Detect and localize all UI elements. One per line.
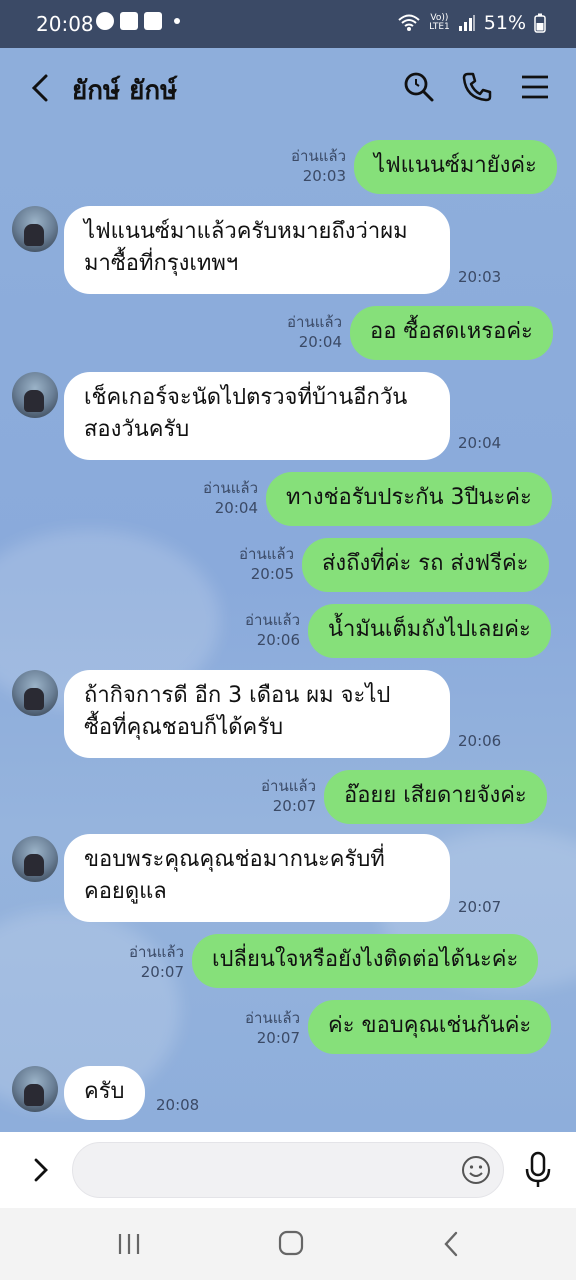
status-right: Vo)) LTE1 51% (397, 12, 546, 34)
avatar[interactable] (12, 372, 58, 418)
message-line: ครับ (84, 1079, 125, 1104)
message-bubble-outgoing[interactable]: ค่ะ ขอบคุณเช่นกันค่ะ (308, 1000, 552, 1054)
read-receipt: อ่านแล้ว (129, 943, 184, 961)
avatar[interactable] (12, 206, 58, 252)
message-bubble-incoming[interactable]: เช็คเกอร์จะนัดไปตรวจที่บ้านอีกวัน สองวัน… (64, 372, 450, 460)
status-bar: 20:08 Vo)) LTE1 51% (0, 0, 576, 48)
signal-icon (458, 15, 475, 31)
message-time: 20:07 (256, 1029, 300, 1047)
message-meta: อ่านแล้ว 20:04 (172, 478, 258, 518)
notification-icons (96, 12, 180, 30)
message-bubble-outgoing[interactable]: น้ำมันเต็มถังไปเลยค่ะ (308, 604, 551, 658)
message-bubble-outgoing[interactable]: ทางช่อรับประกัน 3ปีนะค่ะ (266, 472, 552, 526)
message-time: 20:07 (272, 797, 316, 815)
back-nav-icon[interactable] (440, 1230, 462, 1258)
message-bubble-incoming[interactable]: ครับ (64, 1066, 145, 1120)
line-app-icon (96, 12, 114, 30)
read-receipt: อ่านแล้ว (245, 611, 300, 629)
read-receipt: อ่านแล้ว (203, 479, 258, 497)
message-time: 20:04 (214, 499, 258, 517)
message-meta: อ่านแล้ว 20:07 (98, 942, 184, 982)
home-icon[interactable] (278, 1230, 304, 1256)
expand-icon[interactable] (30, 1154, 52, 1186)
more-notifications-dot-icon (174, 18, 180, 24)
message-time: 20:07 (140, 963, 184, 981)
message-bubble-incoming[interactable]: ถ้ากิจการดี อีก 3 เดือน ผม จะไป ซื้อที่ค… (64, 670, 450, 758)
message-line: ซื้อที่คุณชอบก็ได้ครับ (84, 715, 284, 740)
message-bubble-outgoing[interactable]: อ๊อยย เสียดายจังค่ะ (324, 770, 547, 824)
message-bubble-outgoing[interactable]: ออ ซื้อสดเหรอค่ะ (350, 306, 553, 360)
message-line: คอยดูแล (84, 879, 167, 904)
message-bubble-outgoing[interactable]: ส่งถึงที่ค่ะ รถ ส่งฟรีค่ะ (302, 538, 549, 592)
phone-icon[interactable] (460, 70, 494, 104)
emoji-icon[interactable] (460, 1154, 492, 1186)
status-time: 20:08 (36, 12, 94, 36)
message-meta: อ่านแล้ว 20:03 (260, 146, 346, 186)
tiktok-icon (144, 12, 162, 30)
read-receipt: อ่านแล้ว (239, 545, 294, 563)
message-time: 20:06 (256, 631, 300, 649)
avatar[interactable] (12, 836, 58, 882)
chat-title: ยักษ์ ยักษ์ (72, 76, 178, 106)
message-bubble-outgoing[interactable]: เปลี่ยนใจหรือยังไงติดต่อได้นะค่ะ (192, 934, 539, 988)
message-time: 20:03 (458, 268, 502, 286)
message-time: 20:03 (302, 167, 346, 185)
message-time: 20:06 (458, 732, 502, 750)
message-line: ขอบพระคุณคุณช่อมากนะครับที่ (84, 847, 385, 872)
chat-area[interactable]: อ่านแล้ว 20:03 ไฟแนนซ์มายังค่ะ ไฟแนนซ์มา… (0, 130, 576, 1132)
menu-icon[interactable] (518, 70, 552, 104)
battery-icon (534, 13, 546, 33)
recents-icon[interactable] (116, 1232, 142, 1256)
message-time: 20:05 (250, 565, 294, 583)
message-line: ถ้ากิจการดี อีก 3 เดือน ผม จะไป (84, 683, 391, 708)
search-icon[interactable] (402, 70, 436, 104)
message-time: 20:04 (298, 333, 342, 351)
message-bubble-incoming[interactable]: ขอบพระคุณคุณช่อมากนะครับที่ คอยดูแล (64, 834, 450, 922)
message-input-bar (0, 1132, 576, 1208)
message-time: 20:07 (458, 898, 502, 916)
message-meta: อ่านแล้ว 20:06 (214, 610, 300, 650)
system-navigation-bar (0, 1208, 576, 1280)
message-meta: อ่านแล้ว 20:07 (214, 1008, 300, 1048)
message-meta: อ่านแล้ว 20:04 (256, 312, 342, 352)
back-icon[interactable] (26, 70, 54, 106)
wifi-icon (398, 14, 420, 31)
message-bubble-incoming[interactable]: ไฟแนนซ์มาแล้วครับหมายถึงว่าผม มาซื้อที่ก… (64, 206, 450, 294)
message-input[interactable] (72, 1142, 504, 1198)
network-type-label: Vo)) LTE1 (429, 13, 450, 32)
battery-percent: 51% (483, 12, 526, 34)
mic-icon[interactable] (522, 1150, 554, 1190)
avatar[interactable] (12, 1066, 58, 1112)
message-time: 20:08 (156, 1096, 200, 1114)
gallery-icon (120, 12, 138, 30)
message-time: 20:04 (458, 434, 502, 452)
message-meta: อ่านแล้ว 20:05 (208, 544, 294, 584)
message-line: มาซื้อที่กรุงเทพฯ (84, 251, 239, 276)
read-receipt: อ่านแล้ว (287, 313, 342, 331)
message-line: สองวันครับ (84, 417, 190, 442)
read-receipt: อ่านแล้ว (291, 147, 346, 165)
avatar[interactable] (12, 670, 58, 716)
read-receipt: อ่านแล้ว (261, 777, 316, 795)
message-meta: อ่านแล้ว 20:07 (230, 776, 316, 816)
message-line: ไฟแนนซ์มาแล้วครับหมายถึงว่าผม (84, 219, 408, 244)
read-receipt: อ่านแล้ว (245, 1009, 300, 1027)
message-bubble-outgoing[interactable]: ไฟแนนซ์มายังค่ะ (354, 140, 557, 194)
chat-header: ยักษ์ ยักษ์ (0, 48, 576, 130)
message-line: เช็คเกอร์จะนัดไปตรวจที่บ้านอีกวัน (84, 385, 408, 410)
